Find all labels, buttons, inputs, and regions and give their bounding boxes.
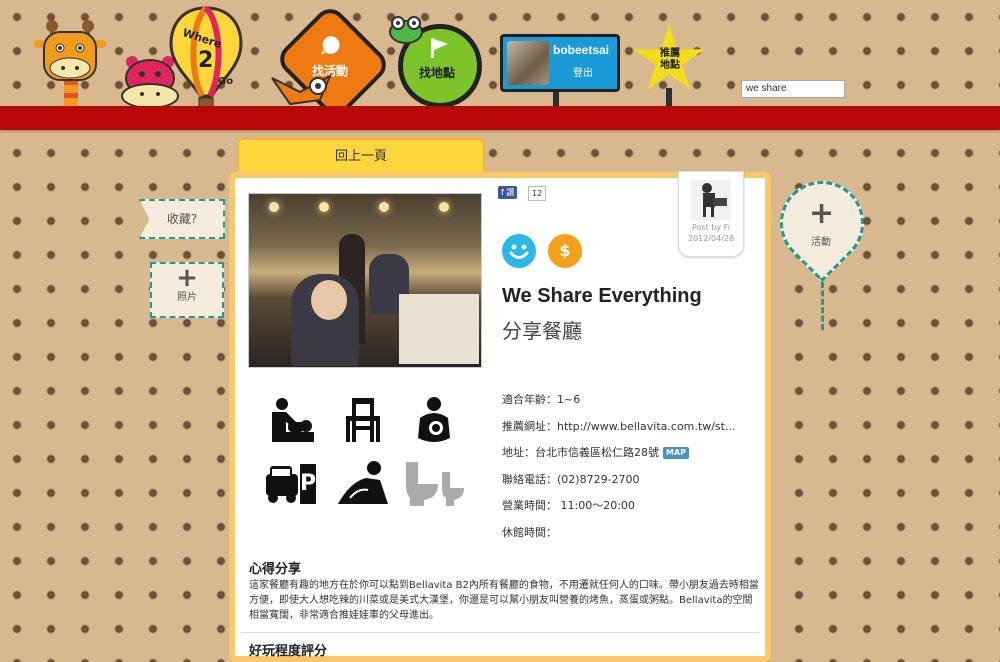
- info-address: 地址：台北市信義區松仁路28號: [502, 446, 659, 459]
- parking-icon: P: [262, 458, 316, 510]
- search-input[interactable]: we share: [741, 80, 845, 98]
- header-red-bar: [0, 106, 1000, 130]
- svg-text:P: P: [300, 471, 316, 496]
- facebook-icon: f: [501, 188, 504, 197]
- add-activity-label: 活動: [811, 237, 831, 248]
- favorite-button[interactable]: 收藏?: [139, 199, 225, 239]
- chat-bubble-icon: [320, 34, 342, 56]
- bird-mascot: [270, 72, 336, 108]
- back-tab[interactable]: 回上一頁: [237, 138, 485, 174]
- info-hours: 營業時間： 11:00～20:00: [502, 499, 635, 512]
- place-photo[interactable]: [248, 193, 482, 368]
- username[interactable]: bobeetsai: [553, 43, 609, 57]
- map-button[interactable]: MAP: [663, 447, 690, 459]
- plus-icon: +: [176, 263, 198, 293]
- where2go-logo[interactable]: Where 2 Go: [166, 4, 246, 116]
- recommend-sign-pole: [666, 88, 672, 108]
- poster-date: 2012/04/28: [687, 234, 735, 243]
- flag-icon: [428, 36, 452, 60]
- fb-like-label: 讚: [506, 188, 515, 197]
- toilet-icon: [404, 458, 464, 510]
- playground-icon: [336, 458, 388, 510]
- info-closed: 休館時間：: [502, 526, 557, 539]
- pin-dashed-stem: [821, 282, 824, 330]
- nursing-icon: [410, 394, 462, 446]
- giraffe-mascot: [33, 18, 107, 108]
- smile-icon: [502, 234, 536, 268]
- poster-name: Post by Fi: [692, 223, 730, 232]
- user-avatar[interactable]: [507, 41, 549, 85]
- frog-mascot: [388, 14, 424, 44]
- info-phone: 聯絡電話：(02)8729-2700: [502, 473, 640, 486]
- info-url[interactable]: 推薦網址：http://www.bellavita.com.tw/st...: [502, 418, 735, 434]
- info-age: 適合年齡：1~6: [502, 393, 581, 406]
- fb-like-button[interactable]: f 讚: [498, 186, 518, 199]
- poster-tag: Post by Fi 2012/04/28: [678, 171, 744, 257]
- review-text: 這家餐廳有趣的地方在於你可以點到Bellavita B2內所有餐廳的食物，不用遷…: [249, 580, 759, 621]
- logo-text-2: 2: [198, 48, 214, 73]
- find-place-label[interactable]: 找地點: [397, 64, 477, 81]
- poster-avatar[interactable]: [691, 180, 731, 220]
- add-photo-button[interactable]: + 照片: [150, 262, 224, 318]
- rating-title: 好玩程度評分: [249, 644, 328, 659]
- price-icon: $: [548, 234, 582, 268]
- diaper-changing-icon: [264, 394, 316, 446]
- section-divider: [241, 632, 760, 633]
- logout-link[interactable]: 登出: [573, 64, 593, 79]
- place-title-zh: 分享餐廳: [502, 319, 582, 343]
- recommend-place-label[interactable]: 推薦 地點: [650, 48, 690, 72]
- add-activity-pin[interactable]: + 活動: [762, 163, 882, 283]
- user-card: bobeetsai 登出: [500, 34, 620, 92]
- high-chair-icon: [338, 394, 390, 446]
- info-address-row: 地址：台北市信義區松仁路28號 MAP: [502, 444, 690, 460]
- fb-like-count: 12: [528, 186, 547, 201]
- place-title-en: We Share Everything: [502, 285, 702, 307]
- logo-text-go: Go: [218, 76, 234, 87]
- add-photo-label: 照片: [177, 292, 197, 303]
- plus-icon: +: [809, 196, 835, 231]
- review-title: 心得分享: [249, 562, 302, 577]
